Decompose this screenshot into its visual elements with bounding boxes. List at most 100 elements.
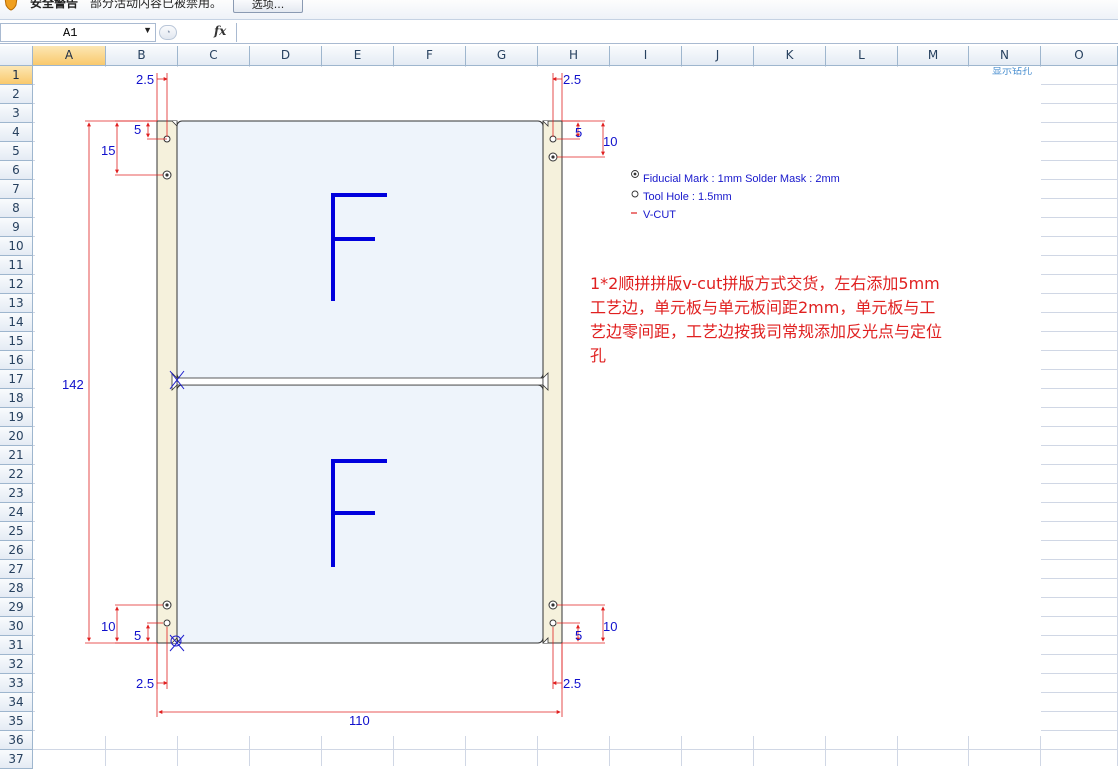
row-header-25[interactable]: 25 [0,522,33,541]
row-header-bar: 1 2 3 4 5 6 7 8 9 10 11 12 13 14 15 16 17 18 19 20 21 22 23 24 2… [0,66,33,769]
row-header-13[interactable]: 13 [0,294,33,313]
insert-function-icon[interactable]: fx [214,24,226,38]
row-header-24[interactable]: 24 [0,503,33,522]
column-header-g[interactable]: G [466,46,538,66]
note-line: 工艺边，单元板与单元板间距2mm，单元板与工 [590,298,936,317]
row-header-30[interactable]: 30 [0,617,33,636]
grid-row-line [33,749,1118,750]
column-header-h[interactable]: H [538,46,610,66]
shield-icon [4,0,18,11]
legend-tool-hole: Tool Hole : 1.5mm [643,191,732,203]
row-header-32[interactable]: 32 [0,655,33,674]
panel-drawing[interactable]: 显示钻孔 2.5 2.5 5 15 5 10 142 10 5 10 5 2.5… [35,67,1041,736]
name-box[interactable]: A1 ▼ [0,23,156,42]
dim-bottom-right-rail: 2.5 [563,676,581,691]
row-header-18[interactable]: 18 [0,389,33,408]
row-header-10[interactable]: 10 [0,237,33,256]
column-header-d[interactable]: D [250,46,322,66]
note-line: 艺边零间距，工艺边按我司常规添加反光点与定位 [590,322,943,341]
column-header-k[interactable]: K [754,46,826,66]
column-header-e[interactable]: E [322,46,394,66]
row-header-37[interactable]: 37 [0,750,33,769]
dim-top-right-rail: 2.5 [563,72,581,87]
row-header-8[interactable]: 8 [0,199,33,218]
dim-bottom-left-fiducial: 10 [101,619,115,634]
name-box-value: A1 [63,26,78,40]
row-header-19[interactable]: 19 [0,408,33,427]
row-header-34[interactable]: 34 [0,693,33,712]
row-header-33[interactable]: 33 [0,674,33,693]
note-line: 孔 [590,346,607,365]
row-header-1[interactable]: 1 [0,66,33,85]
row-header-26[interactable]: 26 [0,541,33,560]
row-header-31[interactable]: 31 [0,636,33,655]
column-header-m[interactable]: M [898,46,969,66]
panel-drawing-svg: 显示钻孔 2.5 2.5 5 15 5 10 142 10 5 10 5 2.5… [62,67,1032,728]
dim-total-height: 142 [62,377,84,392]
row-header-17[interactable]: 17 [0,370,33,389]
row-header-12[interactable]: 12 [0,275,33,294]
dim-bottom-right-hole: 5 [575,628,582,643]
row-header-3[interactable]: 3 [0,104,33,123]
fiducial-dot [165,173,169,177]
dim-top-left-fiducial: 15 [101,143,115,158]
options-button[interactable]: 选项... [233,0,303,13]
row-header-4[interactable]: 4 [0,123,33,142]
drill-label[interactable]: 显示钻孔 [992,67,1032,77]
column-header-b[interactable]: B [106,46,178,66]
dim-bottom-left-rail: 2.5 [136,676,154,691]
column-header-c[interactable]: C [178,46,250,66]
row-header-15[interactable]: 15 [0,332,33,351]
row-header-36[interactable]: 36 [0,731,33,750]
dim-bottom-left-hole: 5 [134,628,141,643]
row-header-11[interactable]: 11 [0,256,33,275]
security-warning-bar: 安全警告 部分活动内容已被禁用。 选项... [0,0,1118,20]
fiducial-dot [551,603,555,607]
formula-bar-splitter-icon[interactable]: ◔ [159,25,177,40]
column-header-i[interactable]: I [610,46,682,66]
row-header-5[interactable]: 5 [0,142,33,161]
row-header-2[interactable]: 2 [0,85,33,104]
row-header-9[interactable]: 9 [0,218,33,237]
dim-top-right-fiducial: 10 [603,134,617,149]
fiducial-dot [551,155,555,159]
tool-hole-icon [549,619,557,627]
legend-vcut: V-CUT [643,209,676,221]
row-header-16[interactable]: 16 [0,351,33,370]
unit-board-top [176,120,544,380]
security-warning-message: 部分活动内容已被禁用。 [90,0,223,10]
row-header-20[interactable]: 20 [0,427,33,446]
panel-note[interactable]: 1*2顺拼拼版v-cut拼版方式交货，左右添加5mm 工艺边，单元板与单元板间距… [590,272,1010,368]
column-header-bar: ABCDEFGHIJKLMNO [0,46,1118,66]
row-header-28[interactable]: 28 [0,579,33,598]
row-header-21[interactable]: 21 [0,446,33,465]
row-header-6[interactable]: 6 [0,161,33,180]
column-header-l[interactable]: L [826,46,898,66]
row-header-35[interactable]: 35 [0,712,33,731]
board-gap [176,377,544,386]
dim-top-right-hole: 5 [575,125,582,140]
fiducial-dot [165,603,169,607]
dropdown-arrow-icon[interactable]: ▼ [143,25,152,35]
column-header-o[interactable]: O [1041,46,1118,66]
formula-input[interactable] [236,23,1118,42]
row-header-14[interactable]: 14 [0,313,33,332]
row-header-29[interactable]: 29 [0,598,33,617]
column-header-n[interactable]: N [969,46,1041,66]
row-header-22[interactable]: 22 [0,465,33,484]
column-header-a[interactable]: A [33,46,106,66]
tool-hole-icon [163,619,171,627]
row-header-27[interactable]: 27 [0,560,33,579]
tool-hole-icon [631,190,639,198]
dim-bottom-right-fiducial: 10 [603,619,617,634]
security-warning-title: 安全警告 [30,0,79,10]
column-header-f[interactable]: F [394,46,466,66]
row-header-7[interactable]: 7 [0,180,33,199]
legend-fiducial: Fiducial Mark : 1mm Solder Mask : 2mm [643,173,840,185]
column-header-j[interactable]: J [682,46,754,66]
dim-top-left-hole: 5 [134,122,141,137]
note-line: 1*2顺拼拼版v-cut拼版方式交货，左右添加5mm [590,274,940,293]
row-header-23[interactable]: 23 [0,484,33,503]
fiducial-dot [633,172,637,176]
dim-top-left-rail: 2.5 [136,72,154,87]
